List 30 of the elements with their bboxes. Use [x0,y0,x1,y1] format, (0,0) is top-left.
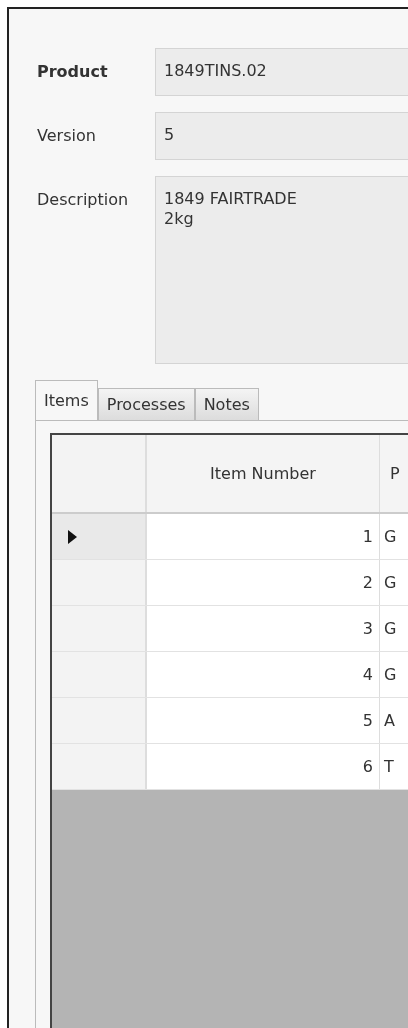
row-header[interactable] [52,606,147,651]
tab[interactable]: Notes [194,388,259,420]
field-label: Version [36,125,97,145]
table-cell: 4 [147,652,380,697]
table-cell: 2 [147,560,380,605]
field-label: Product [36,61,109,81]
tab[interactable]: Processes [97,388,195,420]
current-row-icon [68,529,77,544]
description-field[interactable]: 1849 FAIRTRADE 2kg [155,176,408,364]
row-header[interactable] [52,652,147,697]
table-cell-text: G [383,664,398,686]
table-cell-text: G [383,526,398,548]
table-cell: 5 [147,698,380,743]
table-cell: 3 [147,606,380,651]
input-field[interactable]: 5 [155,112,408,160]
table-cell-text: G [383,618,398,640]
row-header[interactable] [52,744,147,789]
column-header[interactable]: Item Number [147,435,380,512]
tab[interactable]: Items [35,380,98,420]
input-field[interactable]: 1849TINS.02 [155,48,408,96]
row-header[interactable] [52,698,147,743]
table-cell-text: A [383,710,396,732]
field-label: Description [36,189,130,209]
table-cell: 1 [147,514,380,559]
table-cell: 6 [147,744,380,789]
table-cell-text: T [383,756,395,778]
column-header[interactable]: P [380,435,408,512]
table-cell-text: G [383,572,398,594]
row-header[interactable] [52,514,147,559]
row-header[interactable] [52,560,147,605]
